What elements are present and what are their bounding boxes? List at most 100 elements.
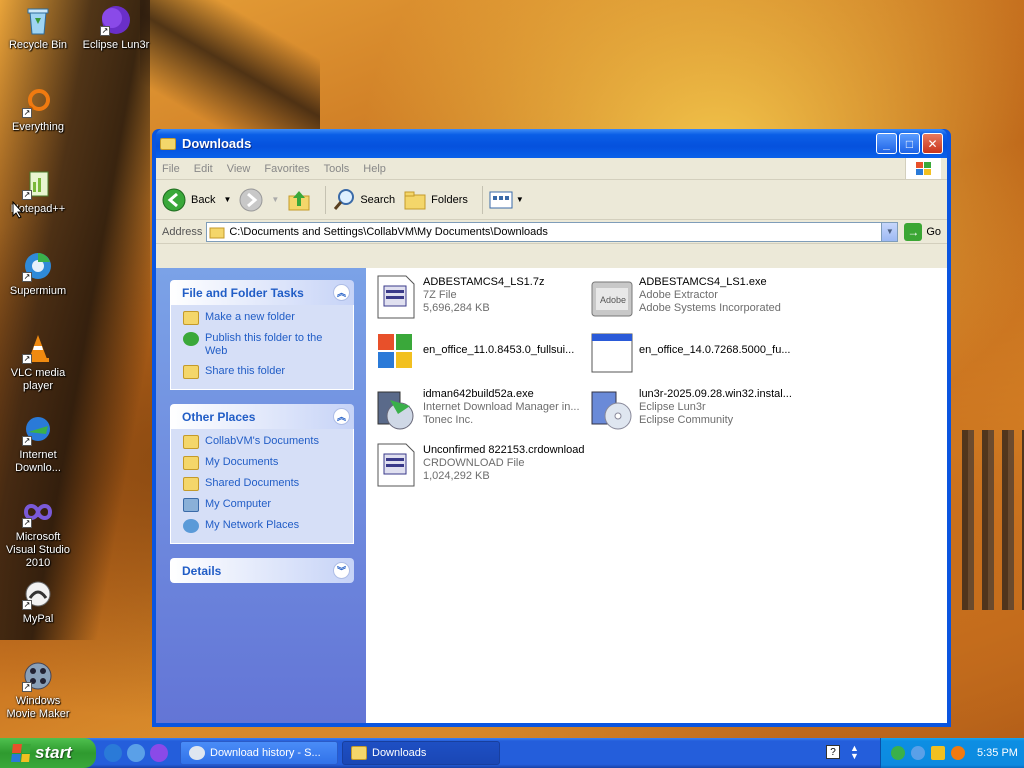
search-button[interactable]: Search [332, 188, 395, 212]
idm-installer-icon [374, 386, 418, 432]
shortcut-arrow-icon: ↗ [22, 436, 32, 446]
traffic-cone-icon: ↗ [22, 332, 54, 364]
chevron-down-icon[interactable]: ▼ [271, 195, 279, 204]
place-my-network-places[interactable]: My Network Places [183, 519, 345, 533]
volume-tray-icon[interactable] [911, 746, 925, 760]
toolbar-separator [481, 185, 483, 214]
expand-chevron-icon[interactable]: ︾ [333, 562, 350, 579]
place-my-computer[interactable]: My Computer [183, 498, 345, 512]
desktop-icon-vlc[interactable]: ↗ VLC media player [0, 332, 76, 393]
address-bar: Address C:\Documents and Settings\Collab… [156, 220, 947, 244]
mouse-cursor-icon [12, 201, 24, 219]
desktop-icon-supermium[interactable]: ↗ Supermium [0, 250, 76, 298]
folders-icon [404, 191, 426, 209]
place-collabvm-documents[interactable]: CollabVM's Documents [183, 435, 345, 449]
desktop-icon-idm[interactable]: ↗ Internet Downlo... [0, 414, 76, 475]
desktop-icon-label: VLC media player [10, 367, 66, 392]
wallpaper-fence [962, 430, 1024, 610]
menu-edit[interactable]: Edit [194, 163, 213, 175]
file-folder-tasks-panel: File and Folder Tasks ︽ Make a new folde… [170, 280, 354, 390]
views-icon [489, 191, 513, 208]
shortcut-arrow-icon: ↗ [22, 272, 32, 282]
panel-header[interactable]: Other Places ︽ [170, 404, 354, 429]
menu-favorites[interactable]: Favorites [264, 163, 309, 175]
taskbar-scroll-icon[interactable]: ▲ ▼ [850, 744, 859, 761]
network-tray-icon[interactable] [891, 746, 905, 760]
desktop-icon-label: Microsoft Visual Studio 2010 [5, 531, 70, 569]
address-dropdown-button[interactable]: ▼ [881, 222, 898, 241]
taskbar-item-download-history[interactable]: Download history - S... [180, 741, 338, 765]
help-icon[interactable]: ? [826, 745, 840, 759]
panel-header[interactable]: File and Folder Tasks ︽ [170, 280, 354, 305]
views-button[interactable]: ▼ [489, 190, 524, 210]
eclipse-icon[interactable] [150, 744, 168, 762]
generic-file-icon [374, 442, 418, 488]
task-publish-folder[interactable]: Publish this folder to the Web [183, 332, 345, 358]
desktop-icon-mypal[interactable]: ↗ MyPal [0, 578, 76, 626]
minimize-button[interactable]: _ [876, 133, 897, 154]
close-button[interactable]: ✕ [922, 133, 943, 154]
maximize-button[interactable]: □ [899, 133, 920, 154]
chevron-down-icon[interactable]: ▼ [223, 195, 231, 204]
menu-tools[interactable]: Tools [324, 163, 350, 175]
installer-cd-icon [590, 386, 634, 432]
desktop-icon-eclipse[interactable]: ↗ Eclipse Lun3r [78, 4, 154, 52]
security-shield-icon[interactable] [931, 746, 945, 760]
menu-bar: File Edit View Favorites Tools Help [156, 158, 947, 180]
place-shared-documents[interactable]: Shared Documents [183, 477, 345, 491]
file-list: ADBESTAMCS4_LS1.7z 7Z File 5,696,284 KB … [366, 268, 947, 723]
quick-launch [96, 744, 176, 762]
taskbar-item-downloads[interactable]: Downloads [342, 741, 500, 765]
ie-icon[interactable] [104, 744, 122, 762]
film-reel-icon: ↗ [22, 660, 54, 692]
address-path: C:\Documents and Settings\CollabVM\My Do… [229, 225, 548, 238]
desktop-icon-recycle-bin[interactable]: Recycle Bin [0, 4, 76, 52]
file-company: Eclipse Community [639, 414, 734, 426]
menu-help[interactable]: Help [363, 163, 386, 175]
infinity-icon: ↗ [22, 496, 54, 528]
window-title: Downloads [182, 136, 252, 151]
task-make-new-folder[interactable]: Make a new folder [183, 311, 345, 325]
file-item[interactable]: Adobe ADBESTAMCS4_LS1.exe Adobe Extracto… [590, 274, 805, 320]
window-titlebar[interactable]: Downloads _ □ ✕ [156, 129, 947, 158]
file-item[interactable]: Unconfirmed 822153.crdownload CRDOWNLOAD… [374, 442, 589, 488]
back-button[interactable]: Back ▼ [162, 188, 231, 212]
task-share-folder[interactable]: Share this folder [183, 365, 345, 379]
address-input[interactable]: C:\Documents and Settings\CollabVM\My Do… [206, 221, 899, 242]
documents-folder-icon [183, 456, 199, 470]
file-description: Adobe Extractor [639, 289, 718, 301]
start-button[interactable]: start [0, 738, 96, 768]
file-item[interactable]: en_office_11.0.8453.0_fullsui... [374, 330, 589, 376]
mypal-icon: ↗ [22, 578, 54, 610]
desktop-icon-movie-maker[interactable]: ↗ Windows Movie Maker [0, 660, 76, 721]
other-places-panel: Other Places ︽ CollabVM's Documents My D… [170, 404, 354, 544]
shortcut-arrow-icon: ↗ [22, 600, 32, 610]
chevron-down-icon[interactable]: ▼ [516, 195, 524, 204]
up-folder-button[interactable] [287, 188, 311, 212]
file-item[interactable]: idman642build52a.exe Internet Download M… [374, 386, 589, 432]
collapse-chevron-icon[interactable]: ︽ [333, 408, 350, 425]
forward-button[interactable]: ▼ [239, 188, 279, 212]
desktop-icon-label: Recycle Bin [8, 39, 68, 51]
menu-view[interactable]: View [227, 163, 251, 175]
recycle-bin-icon [22, 4, 54, 36]
task-pane: File and Folder Tasks ︽ Make a new folde… [156, 268, 366, 723]
desktop-icon-label: Internet Downlo... [15, 449, 61, 474]
file-name: ADBESTAMCS4_LS1.exe [639, 276, 767, 288]
file-item[interactable]: lun3r-2025.09.28.win32.instal... Eclipse… [590, 386, 805, 432]
clock[interactable]: 5:35 PM [977, 747, 1018, 759]
everything-tray-icon[interactable] [951, 746, 965, 760]
go-button[interactable]: → Go [898, 222, 947, 241]
place-my-documents[interactable]: My Documents [183, 456, 345, 470]
desktop-icon-everything[interactable]: ↗ Everything [0, 86, 76, 134]
panel-header[interactable]: Details ︾ [170, 558, 354, 583]
file-item[interactable]: en_office_14.0.7268.5000_fu... [590, 330, 805, 376]
application-window-icon [590, 330, 634, 376]
back-label: Back [191, 193, 216, 206]
browser-icon[interactable] [127, 744, 145, 762]
file-item[interactable]: ADBESTAMCS4_LS1.7z 7Z File 5,696,284 KB [374, 274, 589, 320]
menu-file[interactable]: File [162, 163, 180, 175]
collapse-chevron-icon[interactable]: ︽ [333, 284, 350, 301]
folders-button[interactable]: Folders [403, 188, 468, 212]
desktop-icon-visual-studio[interactable]: ↗ Microsoft Visual Studio 2010 [0, 496, 76, 570]
